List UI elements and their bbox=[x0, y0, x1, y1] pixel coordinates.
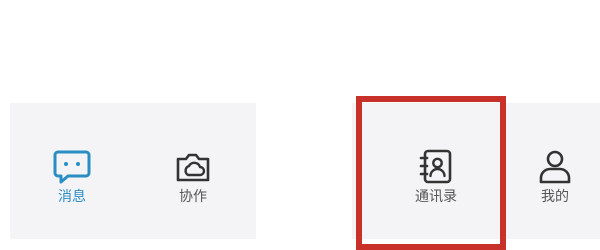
tab-me-label: 我的 bbox=[541, 189, 569, 205]
tab-me[interactable]: 我的 bbox=[523, 103, 587, 239]
tab-contacts-label: 通讯录 bbox=[415, 189, 457, 205]
tab-contacts[interactable]: 通讯录 bbox=[400, 103, 472, 239]
tab-collab[interactable]: 协作 bbox=[161, 103, 225, 239]
tab-collab-label: 协作 bbox=[179, 189, 207, 205]
cloud-folder-icon bbox=[176, 153, 210, 182]
tab-messages-label: 消息 bbox=[58, 189, 86, 205]
message-icon bbox=[53, 150, 91, 184]
contacts-book-icon bbox=[419, 149, 452, 184]
person-icon bbox=[539, 150, 571, 184]
tab-bar-gap bbox=[256, 103, 352, 239]
tab-messages[interactable]: 消息 bbox=[40, 103, 104, 239]
